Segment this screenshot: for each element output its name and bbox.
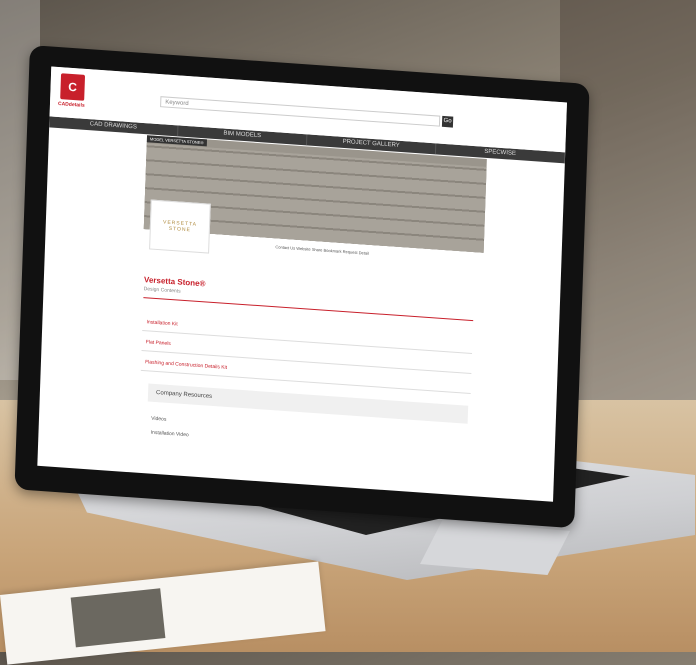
laptop-lid: C CADdetails Keyword Go CAD DRAWINGS BIM… bbox=[14, 45, 590, 529]
resource-link[interactable]: Installation Video bbox=[151, 430, 189, 439]
company-subtitle: Design Contents bbox=[143, 286, 181, 295]
laptop-screen: C CADdetails Keyword Go CAD DRAWINGS BIM… bbox=[37, 66, 567, 502]
brochure-image bbox=[70, 588, 166, 648]
site-logo-text: CADdetails bbox=[57, 100, 85, 109]
search-button[interactable]: Go bbox=[441, 115, 454, 128]
company-toolbar[interactable]: Contact Us Website Share Bookmark Reques… bbox=[275, 244, 369, 256]
brand-logo-box: VERSETTA STONE bbox=[149, 199, 211, 254]
search-input[interactable]: Keyword bbox=[160, 96, 441, 127]
site-logo[interactable]: C bbox=[60, 73, 86, 101]
resource-link[interactable]: Videos bbox=[151, 416, 166, 423]
